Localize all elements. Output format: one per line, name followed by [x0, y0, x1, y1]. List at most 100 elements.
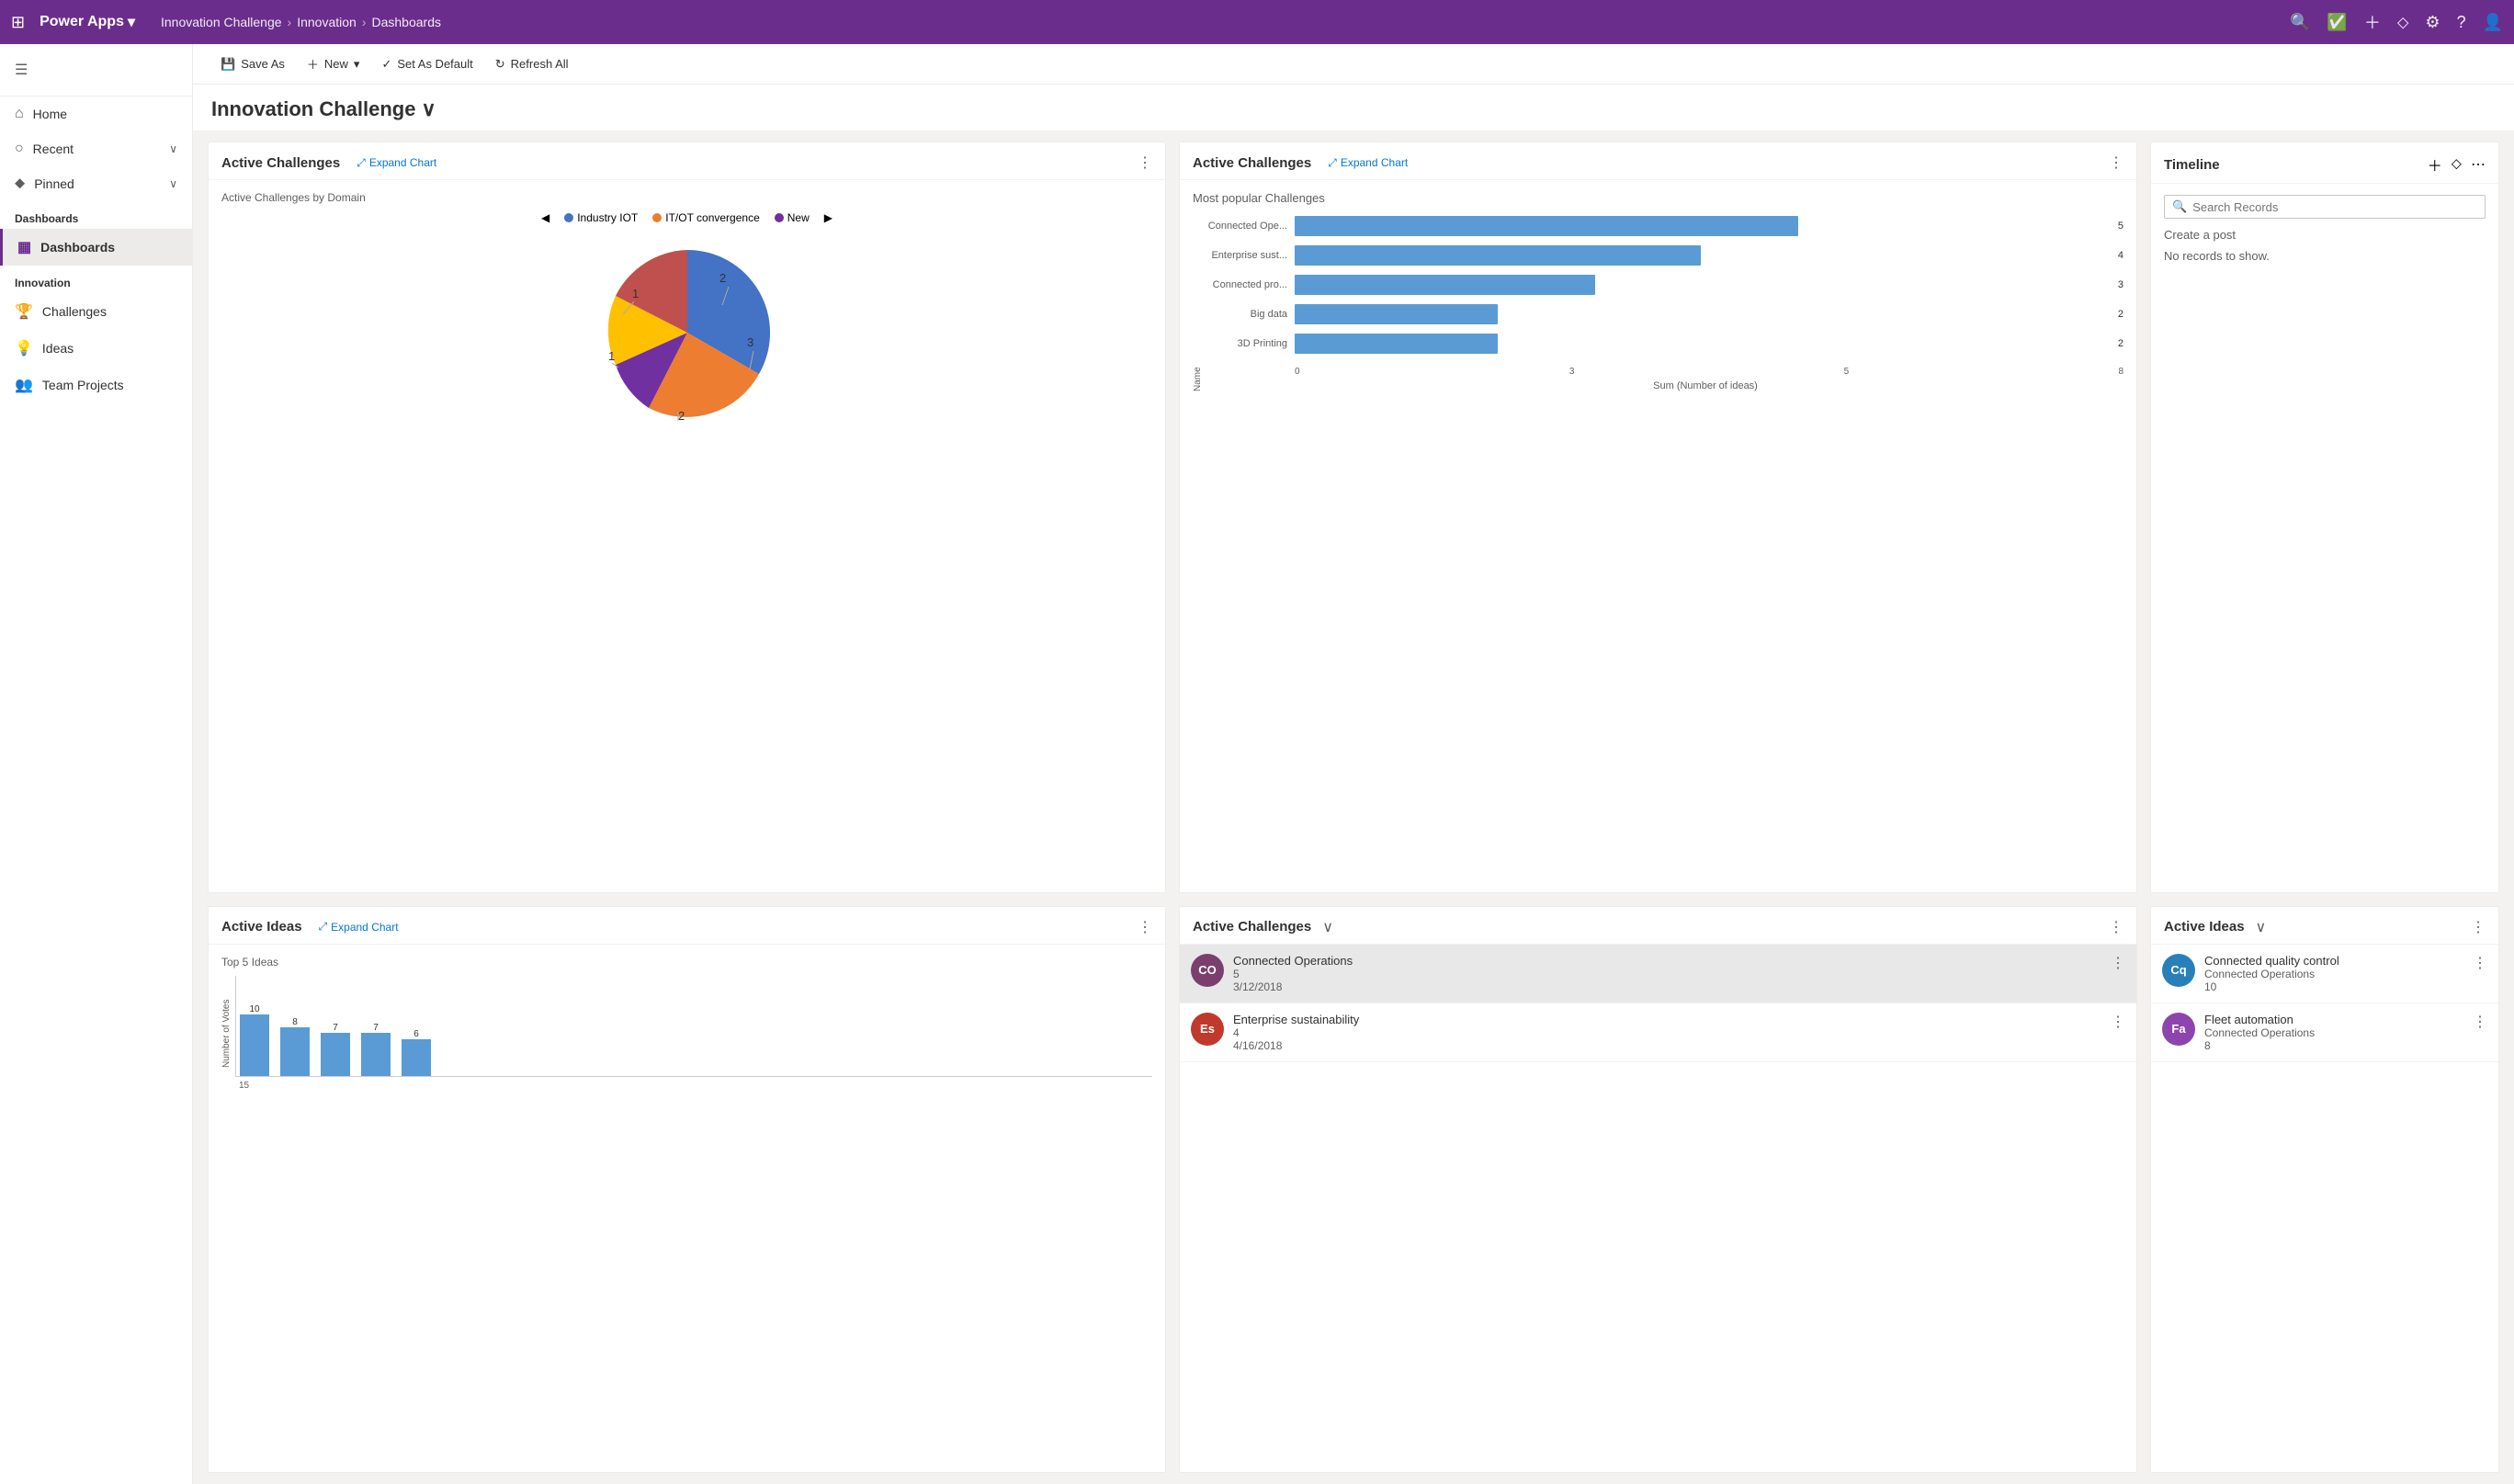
card-title-bar: Active Challenges — [1193, 155, 1311, 171]
timeline-more-icon[interactable]: ⋯ — [2471, 155, 2486, 174]
svg-text:2: 2 — [719, 271, 726, 285]
create-post-label[interactable]: Create a post — [2164, 228, 2486, 242]
refresh-all-button[interactable]: ↻ Refresh All — [486, 51, 578, 77]
set-default-label: Set As Default — [397, 57, 472, 71]
idea-item-0[interactable]: Cq Connected quality control Connected O… — [2151, 945, 2498, 1003]
idea-avatar-1: Fa — [2162, 1013, 2195, 1046]
expand-pie-button[interactable]: ⤢ Expand Chart — [357, 156, 436, 170]
expand-bar-icon: ⤢ — [1328, 156, 1337, 170]
card-header-challenges-list: Active Challenges ∨ ⋮ — [1180, 907, 2136, 945]
timeline-search-input[interactable] — [2192, 200, 2477, 214]
challenges-list-more-button[interactable]: ⋮ — [2109, 918, 2123, 936]
section-title-dashboards: Dashboards — [0, 201, 192, 229]
legend-label-new: New — [787, 211, 810, 224]
breadcrumb-item-2[interactable]: Dashboards — [372, 15, 442, 29]
challenge-count-0: 5 — [1233, 968, 2101, 980]
idea-more-0[interactable]: ⋮ — [2473, 954, 2487, 972]
card-header-ideas-chart: Active Ideas ⤢ Expand Chart ⋮ — [209, 907, 1165, 945]
bar-fill-0 — [1295, 216, 1798, 236]
v-bar-group-1: 8 — [280, 1017, 310, 1076]
expand-bar-button[interactable]: ⤢ Expand Chart — [1328, 156, 1408, 170]
card-title-ideas-chart: Active Ideas — [221, 919, 302, 935]
settings-icon[interactable]: ⚙ — [2425, 13, 2440, 32]
legend-label-industry-iot: Industry IOT — [577, 211, 638, 224]
section-title-innovation: Innovation — [0, 266, 192, 293]
challenge-item-0[interactable]: CO Connected Operations 5 3/12/2018 ⋮ — [1180, 945, 2136, 1003]
dashboard-title: Innovation Challenge ∨ — [211, 97, 2496, 121]
bar-axis-title: Sum (Number of ideas) — [1205, 380, 2123, 391]
pie-more-button[interactable]: ⋮ — [1138, 153, 1152, 172]
ideas-list-chevron-icon[interactable]: ∨ — [2256, 918, 2267, 936]
bar-row-3: Big data 2 — [1205, 304, 2123, 324]
dashboard-title-chevron[interactable]: ∨ — [421, 97, 436, 121]
app-name-chevron: ▾ — [128, 13, 135, 31]
home-icon: ⌂ — [15, 106, 24, 122]
expand-ideas-icon: ⤢ — [319, 920, 328, 934]
timeline-add-icon[interactable]: ＋ — [2428, 153, 2442, 176]
filter-icon[interactable]: ⬦ — [2397, 13, 2409, 32]
v-bar-group-3: 7 — [361, 1023, 391, 1076]
bar-more-button[interactable]: ⋮ — [2109, 153, 2123, 172]
legend-item-new: New — [775, 211, 810, 224]
bar-row-0: Connected Ope... 5 — [1205, 216, 2123, 236]
sidebar-item-ideas[interactable]: 💡 Ideas — [0, 330, 192, 367]
challenges-list-chevron-icon[interactable]: ∨ — [1322, 918, 1333, 936]
sidebar-item-challenges[interactable]: 🏆 Challenges — [0, 293, 192, 330]
user-icon[interactable]: 👤 — [2483, 13, 2503, 32]
challenge-list: CO Connected Operations 5 3/12/2018 ⋮ Es… — [1180, 945, 2136, 1473]
card-header-ideas-list: Active Ideas ∨ ⋮ — [2151, 907, 2498, 945]
set-as-default-button[interactable]: ✓ Set As Default — [372, 51, 481, 77]
timeline-filter-icon[interactable]: ⬦ — [2452, 156, 2462, 173]
bar-label-2: Connected pro... — [1205, 279, 1287, 290]
sidebar-item-recent[interactable]: ○ Recent ∨ — [0, 131, 192, 166]
challenge-item-1[interactable]: Es Enterprise sustainability 4 4/16/2018… — [1180, 1003, 2136, 1062]
v-bar-group-0: 10 — [240, 1004, 269, 1076]
save-as-button[interactable]: 💾 Save As — [211, 51, 294, 77]
dashboard-grid: Active Challenges ⤢ Expand Chart ⋮ Activ… — [193, 130, 2514, 1484]
ideas-list-more-button[interactable]: ⋮ — [2471, 918, 2486, 936]
sidebar-item-ideas-label: Ideas — [42, 341, 74, 356]
expand-ideas-label: Expand Chart — [331, 921, 398, 934]
new-button[interactable]: ＋ New ▾ — [298, 50, 369, 78]
search-icon[interactable]: 🔍 — [2290, 13, 2310, 32]
expand-icon: ⤢ — [357, 156, 366, 170]
idea-sub-1: Connected Operations — [2204, 1026, 2463, 1039]
sidebar-item-pinned[interactable]: ⬥ Pinned ∨ — [0, 166, 192, 201]
challenge-more-0[interactable]: ⋮ — [2111, 954, 2125, 972]
challenge-more-1[interactable]: ⋮ — [2111, 1013, 2125, 1031]
legend-prev[interactable]: ◀ — [541, 211, 549, 224]
team-projects-icon: 👥 — [15, 376, 33, 394]
sidebar-item-team-projects[interactable]: 👥 Team Projects — [0, 367, 192, 403]
breadcrumb-item-0[interactable]: Innovation Challenge — [161, 15, 282, 29]
waffle-icon[interactable]: ⊞ — [11, 13, 25, 32]
sidebar-collapse-btn[interactable]: ☰ — [0, 51, 192, 88]
challenge-name-1: Enterprise sustainability — [1233, 1013, 2101, 1026]
idea-more-1[interactable]: ⋮ — [2473, 1013, 2487, 1031]
add-icon[interactable]: ＋ — [2364, 10, 2381, 34]
recent-chevron-icon: ∨ — [169, 142, 177, 155]
card-body-timeline: 🔍 Create a post No records to show. — [2151, 184, 2498, 892]
sidebar: ☰ ⌂ Home ○ Recent ∨ ⬥ Pinned ∨ Dashboard… — [0, 44, 193, 1484]
chart-subtitle-pie: Active Challenges by Domain — [221, 191, 366, 204]
ideas-chart-more-button[interactable]: ⋮ — [1138, 918, 1152, 936]
svg-text:1: 1 — [608, 349, 615, 363]
app-name[interactable]: Power Apps ▾ — [40, 13, 135, 31]
sidebar-item-dashboards[interactable]: ▦ Dashboards — [0, 229, 192, 266]
toolbar: 💾 Save As ＋ New ▾ ✓ Set As Default ↻ Ref… — [193, 44, 2514, 85]
circle-check-icon[interactable]: ✅ — [2327, 13, 2347, 32]
sidebar-item-home[interactable]: ⌂ Home — [0, 96, 192, 131]
challenge-avatar-0: CO — [1191, 954, 1224, 987]
content-area: 💾 Save As ＋ New ▾ ✓ Set As Default ↻ Ref… — [193, 44, 2514, 1484]
v-bar-3 — [361, 1033, 391, 1076]
expand-ideas-chart-button[interactable]: ⤢ Expand Chart — [319, 920, 399, 934]
axis-0: 0 — [1295, 367, 1300, 377]
timeline-search-bar[interactable]: 🔍 — [2164, 195, 2486, 219]
refresh-icon: ↻ — [495, 57, 505, 72]
breadcrumb-item-1[interactable]: Innovation — [297, 15, 357, 29]
v-bar-2 — [321, 1033, 350, 1076]
idea-item-1[interactable]: Fa Fleet automation Connected Operations… — [2151, 1003, 2498, 1062]
legend-next[interactable]: ▶ — [824, 211, 832, 224]
card-active-challenges-bar: Active Challenges ⤢ Expand Chart ⋮ Most … — [1179, 142, 2137, 893]
help-icon[interactable]: ? — [2457, 13, 2466, 32]
svg-text:2: 2 — [678, 409, 685, 423]
